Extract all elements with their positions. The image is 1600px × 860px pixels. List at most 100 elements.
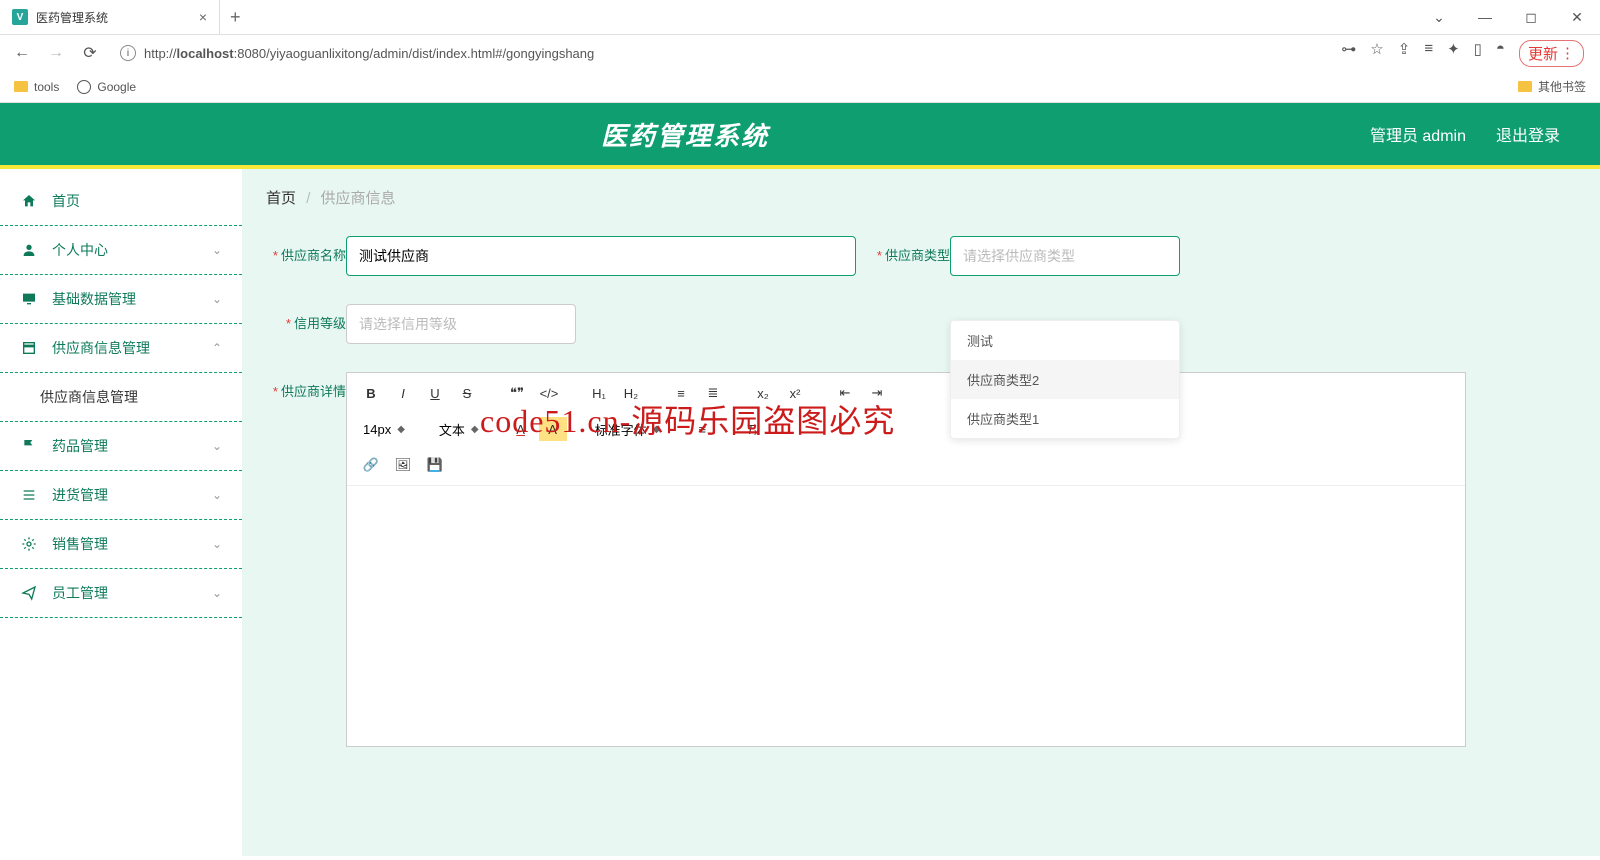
favicon: V: [12, 9, 28, 25]
font-family-select[interactable]: 标准字体◆: [589, 420, 667, 439]
sidebar-item-personal[interactable]: 个人中心 ⌄: [0, 226, 242, 275]
chevron-down-icon: ⌄: [212, 537, 222, 551]
profile-icon[interactable]: ◓: [1496, 40, 1505, 67]
back-button[interactable]: ←: [8, 44, 36, 62]
sidebar-item-sale[interactable]: 销售管理 ⌄: [0, 520, 242, 569]
list-icon[interactable]: ≡: [1424, 40, 1433, 67]
reload-button[interactable]: ⟳: [76, 43, 104, 63]
globe-icon: [77, 80, 91, 94]
devices-icon[interactable]: ▯: [1474, 40, 1482, 67]
indent-button[interactable]: ⇤: [831, 381, 859, 405]
h2-button[interactable]: H₂: [617, 381, 645, 405]
star-icon[interactable]: ☆: [1370, 40, 1383, 67]
dropdown-option[interactable]: 测试: [951, 321, 1179, 360]
gear-icon: [20, 536, 38, 552]
clear-format-button[interactable]: Tₓ: [738, 417, 766, 441]
monitor-icon: [20, 291, 38, 307]
folder-icon: [1518, 81, 1532, 92]
credit-level-select[interactable]: 请选择信用等级: [346, 304, 576, 344]
editor-toolbar: B I U S ❝❞ </> H₁ H₂ ≡ ≣ x₂ x²: [347, 373, 1465, 486]
code-button[interactable]: </>: [535, 381, 563, 405]
browser-tab-bar: V 医药管理系统 × + ⌄ — ◻ ✕: [0, 0, 1600, 35]
sidebar-item-supplier[interactable]: 供应商信息管理 ⌃: [0, 324, 242, 373]
chevron-down-icon: ⌄: [212, 439, 222, 453]
extensions-icon[interactable]: ✦: [1447, 40, 1460, 67]
text-color-button[interactable]: A: [507, 417, 535, 441]
supplier-type-select[interactable]: [950, 236, 1180, 276]
sidebar-item-drug[interactable]: 药品管理 ⌄: [0, 422, 242, 471]
save-button[interactable]: 💾: [421, 453, 449, 477]
other-bookmarks[interactable]: 其他书签: [1518, 78, 1586, 95]
new-tab-button[interactable]: +: [220, 7, 251, 28]
quote-button[interactable]: ❝❞: [503, 381, 531, 405]
h1-button[interactable]: H₁: [585, 381, 613, 405]
breadcrumb: 首页 / 供应商信息: [266, 187, 1576, 208]
strike-button[interactable]: S: [453, 381, 481, 405]
close-tab-icon[interactable]: ×: [199, 9, 207, 25]
share-icon[interactable]: ⇪: [1398, 40, 1411, 67]
address-bar: ← → ⟳ i http://localhost:8080/yiyaoguanl…: [0, 35, 1600, 71]
field-credit-level: *信用等级 请选择信用等级: [266, 304, 576, 344]
flag-icon: [20, 438, 38, 454]
chevron-down-icon[interactable]: ⌄: [1416, 9, 1462, 26]
chevron-down-icon: ⌄: [212, 488, 222, 502]
link-button[interactable]: 🔗: [357, 453, 385, 477]
box-icon: [20, 340, 38, 356]
list-icon: [20, 487, 38, 503]
chevron-up-icon: ⌃: [212, 341, 222, 355]
text-format-select[interactable]: 文本◆: [433, 420, 485, 439]
send-icon: [20, 585, 38, 601]
folder-icon: [14, 81, 28, 92]
sidebar-item-stock[interactable]: 进货管理 ⌄: [0, 471, 242, 520]
maximize-icon[interactable]: ◻: [1508, 9, 1554, 26]
font-size-select[interactable]: 14px◆: [357, 422, 411, 437]
field-supplier-type: *供应商类型 测试 供应商类型2 供应商类型1: [870, 236, 1180, 276]
rich-text-editor: B I U S ❝❞ </> H₁ H₂ ≡ ≣ x₂ x²: [346, 372, 1466, 747]
supplier-type-dropdown: 测试 供应商类型2 供应商类型1: [950, 320, 1180, 439]
field-supplier-name: *供应商名称: [266, 236, 856, 276]
bold-button[interactable]: B: [357, 381, 385, 405]
dropdown-option[interactable]: 供应商类型2: [951, 360, 1179, 399]
italic-button[interactable]: I: [389, 381, 417, 405]
app-header: 医药管理系统 管理员 admin 退出登录: [0, 103, 1600, 169]
dropdown-option[interactable]: 供应商类型1: [951, 399, 1179, 438]
chevron-down-icon: ⌄: [212, 292, 222, 306]
tab-title: 医药管理系统: [36, 9, 108, 26]
sidebar-item-staff[interactable]: 员工管理 ⌄: [0, 569, 242, 618]
user-label[interactable]: 管理员 admin: [1370, 122, 1466, 146]
user-icon: [20, 242, 38, 258]
sidebar-item-basedata[interactable]: 基础数据管理 ⌄: [0, 275, 242, 324]
sidebar-subitem-supplier-info[interactable]: 供应商信息管理: [0, 373, 242, 422]
chevron-down-icon: ⌄: [212, 586, 222, 600]
update-button[interactable]: 更新 ⋮: [1519, 40, 1584, 67]
editor-body[interactable]: [347, 486, 1465, 746]
bookmark-tools[interactable]: tools: [14, 80, 59, 94]
minimize-icon[interactable]: —: [1462, 9, 1508, 26]
breadcrumb-home[interactable]: 首页: [266, 190, 296, 207]
url-input[interactable]: i http://localhost:8080/yiyaoguanlixiton…: [110, 39, 1335, 67]
image-button[interactable]: 🖼: [389, 453, 417, 477]
bookmark-google[interactable]: Google: [77, 80, 136, 94]
outdent-button[interactable]: ⇥: [863, 381, 891, 405]
app-title: 医药管理系统: [0, 116, 1370, 153]
superscript-button[interactable]: x²: [781, 381, 809, 405]
logout-link[interactable]: 退出登录: [1496, 122, 1560, 146]
subscript-button[interactable]: x₂: [749, 381, 777, 405]
supplier-name-input[interactable]: [346, 236, 856, 276]
ordered-list-button[interactable]: ≡: [667, 381, 695, 405]
address-actions: ⊶ ☆ ⇪ ≡ ✦ ▯ ◓ 更新 ⋮: [1341, 40, 1592, 67]
sidebar: 首页 个人中心 ⌄ 基础数据管理 ⌄ 供应商信息管理 ⌃ 供应商信息管理 药品管…: [0, 169, 242, 856]
browser-tab[interactable]: V 医药管理系统 ×: [0, 0, 220, 34]
site-info-icon[interactable]: i: [120, 45, 136, 61]
key-icon[interactable]: ⊶: [1341, 40, 1356, 67]
main-content: 首页 / 供应商信息 *供应商名称 *供应商类型 测试 供应商类型2 供应商类型…: [242, 169, 1600, 856]
sidebar-item-home[interactable]: 首页: [0, 177, 242, 226]
underline-button[interactable]: U: [421, 381, 449, 405]
bg-color-button[interactable]: A: [539, 417, 567, 441]
close-window-icon[interactable]: ✕: [1554, 9, 1600, 26]
home-icon: [20, 193, 38, 209]
unordered-list-button[interactable]: ≣: [699, 381, 727, 405]
bookmarks-bar: tools Google 其他书签: [0, 71, 1600, 103]
align-button[interactable]: ≡: [688, 417, 716, 441]
forward-button[interactable]: →: [42, 44, 70, 62]
